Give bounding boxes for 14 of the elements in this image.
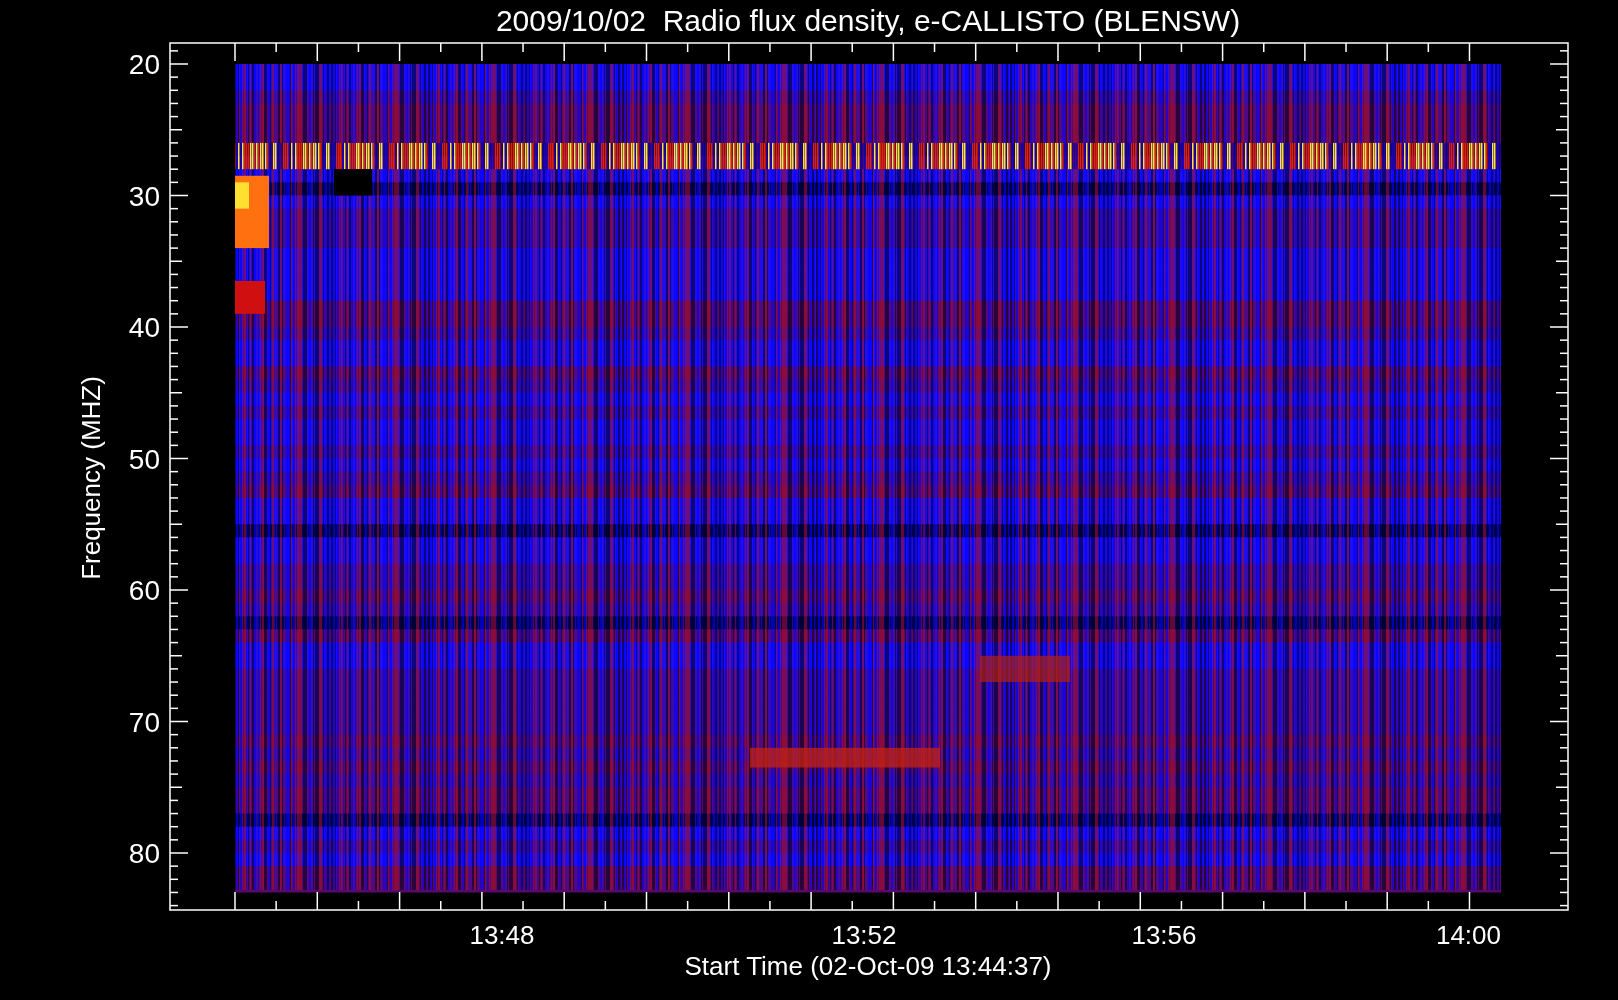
x-tick-label: 13:56 bbox=[1131, 920, 1197, 950]
y-axis-label: Frequency (MHZ) bbox=[76, 376, 106, 580]
chart-title: 2009/10/02 Radio flux density, e-CALLISTO (BLENSW) bbox=[495, 4, 1241, 37]
y-tick-label: 30 bbox=[128, 180, 160, 212]
x-axis-label: Start Time (02-Oct-09 13:44:37) bbox=[684, 951, 1052, 981]
y-tick-label: 40 bbox=[128, 312, 160, 343]
y-tick-label: 50 bbox=[128, 443, 160, 475]
y-tick-label: 20 bbox=[128, 49, 160, 80]
x-tick-label: 14:00 bbox=[1435, 920, 1501, 950]
y-tick-label: 60 bbox=[128, 575, 160, 606]
y-tick-label: 80 bbox=[128, 838, 160, 869]
x-tick-label: 13:52 bbox=[831, 920, 897, 950]
x-tick-label: 13:48 bbox=[469, 920, 535, 950]
y-tick-label: 70 bbox=[128, 706, 160, 738]
